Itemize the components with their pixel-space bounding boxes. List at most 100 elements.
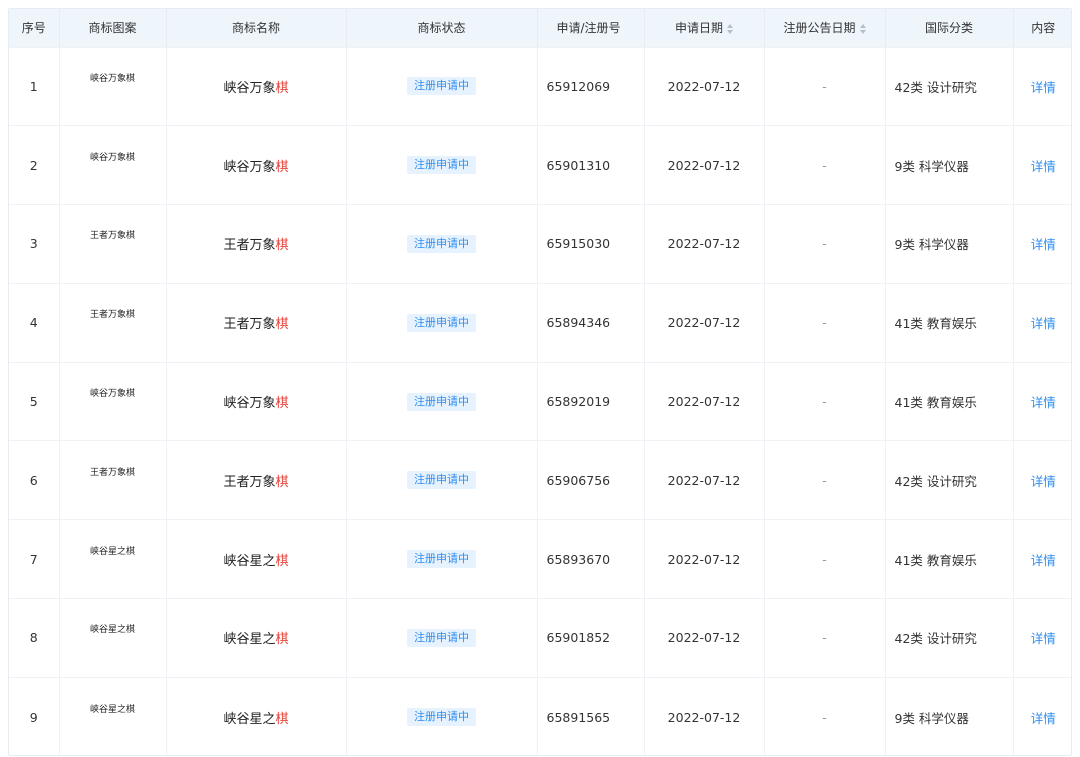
- status-badge: 注册申请中: [407, 234, 476, 253]
- content-cell: 详情: [1013, 598, 1071, 678]
- status-badge: 注册申请中: [407, 708, 476, 727]
- status-badge: 注册申请中: [407, 628, 476, 647]
- trademark-table: 序号 商标图案 商标名称 商标状态 申请/注册号 申请日期 注册公告日期 国际分…: [8, 8, 1072, 756]
- header-reg-date-label: 注册公告日期: [783, 21, 856, 36]
- trademark-name-text: 王者万象: [223, 238, 276, 254]
- row-index: 8: [9, 598, 60, 678]
- detail-link[interactable]: 详情: [1031, 631, 1056, 646]
- registration-date: -: [764, 440, 886, 520]
- detail-link[interactable]: 详情: [1031, 80, 1056, 95]
- trademark-name-text: 峡谷万象: [223, 396, 276, 412]
- trademark-name-highlight: 棋: [275, 80, 289, 96]
- trademark-name-highlight: 棋: [275, 317, 289, 333]
- trademark-status: 注册申请中: [346, 282, 538, 363]
- trademark-name-highlight: 棋: [275, 553, 289, 569]
- registration-date: -: [764, 282, 886, 363]
- detail-link[interactable]: 详情: [1031, 553, 1056, 568]
- application-number: 65915030: [537, 204, 645, 284]
- application-date: 2022-07-12: [644, 361, 765, 441]
- sort-caret-icon[interactable]: [727, 23, 733, 34]
- trademark-logo: 王者万象棋: [59, 282, 167, 363]
- registration-date: -: [764, 519, 886, 599]
- international-class: 41类 教育娱乐: [885, 519, 1014, 599]
- table-row: 6 王者万象棋 王者万象棋 注册申请中 65906756 2022-07-12 …: [9, 440, 1071, 520]
- trademark-status: 注册申请中: [346, 204, 538, 284]
- header-app-date-sortable[interactable]: 申请日期: [644, 9, 765, 47]
- detail-link[interactable]: 详情: [1031, 237, 1056, 252]
- content-cell: 详情: [1013, 440, 1071, 520]
- application-date: 2022-07-12: [644, 676, 765, 755]
- table-row: 1 峡谷万象棋 峡谷万象棋 注册申请中 65912069 2022-07-12 …: [9, 46, 1071, 126]
- international-class: 42类 设计研究: [885, 46, 1014, 126]
- sort-caret-icon[interactable]: [859, 23, 866, 34]
- registration-date: -: [764, 361, 886, 441]
- trademark-name-highlight: 棋: [275, 396, 289, 412]
- international-class: 9类 科学仪器: [885, 125, 1014, 205]
- status-badge: 注册申请中: [407, 550, 476, 569]
- trademark-name: 王者万象棋: [166, 282, 347, 363]
- application-date: 2022-07-12: [644, 282, 765, 363]
- trademark-name: 王者万象棋: [166, 440, 347, 520]
- trademark-status: 注册申请中: [346, 46, 538, 126]
- detail-link[interactable]: 详情: [1031, 395, 1056, 410]
- trademark-name: 峡谷星之棋: [166, 598, 347, 678]
- trademark-logo: 峡谷万象棋: [59, 361, 167, 441]
- international-class: 42类 设计研究: [885, 598, 1014, 678]
- detail-link[interactable]: 详情: [1031, 711, 1056, 726]
- header-reg-date-sortable[interactable]: 注册公告日期: [764, 9, 886, 47]
- application-date: 2022-07-12: [644, 598, 765, 678]
- row-index: 9: [9, 676, 60, 755]
- header-status: 商标状态: [346, 9, 538, 47]
- content-cell: 详情: [1013, 204, 1071, 284]
- international-class: 9类 科学仪器: [885, 204, 1014, 284]
- trademark-logo-image: 峡谷星之棋: [89, 546, 135, 557]
- table-row: 2 峡谷万象棋 峡谷万象棋 注册申请中 65901310 2022-07-12 …: [9, 125, 1071, 205]
- international-class: 9类 科学仪器: [885, 676, 1014, 755]
- row-index: 1: [9, 46, 60, 126]
- trademark-name-highlight: 棋: [275, 711, 289, 727]
- registration-date: -: [764, 676, 886, 755]
- trademark-name-text: 王者万象: [223, 317, 276, 333]
- row-index: 2: [9, 125, 60, 205]
- application-date: 2022-07-12: [644, 440, 765, 520]
- trademark-status: 注册申请中: [346, 125, 538, 205]
- trademark-name: 王者万象棋: [166, 204, 347, 284]
- application-number: 65891565: [537, 676, 645, 755]
- trademark-name: 峡谷万象棋: [166, 46, 347, 126]
- header-content: 内容: [1031, 21, 1056, 36]
- detail-link[interactable]: 详情: [1031, 474, 1056, 489]
- trademark-logo: 峡谷万象棋: [59, 46, 167, 126]
- registration-date: -: [764, 46, 886, 126]
- application-number: 65901852: [537, 598, 645, 678]
- row-index: 6: [9, 440, 60, 520]
- header-app-no: 申请/注册号: [537, 9, 645, 47]
- table-row: 5 峡谷万象棋 峡谷万象棋 注册申请中 65892019 2022-07-12 …: [9, 361, 1071, 441]
- content-cell: 详情: [1013, 676, 1071, 755]
- trademark-name-text: 峡谷星之: [223, 632, 276, 648]
- trademark-logo: 王者万象棋: [59, 204, 167, 284]
- detail-link[interactable]: 详情: [1031, 316, 1056, 331]
- trademark-name: 峡谷万象棋: [166, 125, 347, 205]
- row-index: 5: [9, 361, 60, 441]
- header-logo: 商标图案: [59, 9, 167, 47]
- trademark-name-highlight: 棋: [275, 159, 289, 175]
- trademark-logo-image: 峡谷万象棋: [89, 73, 135, 84]
- registration-date: -: [764, 204, 886, 284]
- international-class: 41类 教育娱乐: [885, 361, 1014, 441]
- header-app-date-label: 申请日期: [674, 21, 723, 36]
- application-date: 2022-07-12: [644, 204, 765, 284]
- trademark-name: 峡谷万象棋: [166, 361, 347, 441]
- trademark-status: 注册申请中: [346, 676, 538, 755]
- application-number: 65912069: [537, 46, 645, 126]
- trademark-logo-image: 峡谷星之棋: [89, 625, 135, 636]
- trademark-logo-image: 王者万象棋: [89, 467, 135, 478]
- status-badge: 注册申请中: [407, 156, 476, 175]
- registration-date: -: [764, 598, 886, 678]
- trademark-name-text: 王者万象: [223, 474, 276, 490]
- application-date: 2022-07-12: [644, 125, 765, 205]
- detail-link[interactable]: 详情: [1031, 159, 1056, 174]
- header-row: 序号 商标图案 商标名称 商标状态 申请/注册号 申请日期 注册公告日期 国际分…: [9, 9, 1071, 47]
- application-date: 2022-07-12: [644, 46, 765, 126]
- registration-date: -: [764, 125, 886, 205]
- header-name: 商标名称: [166, 9, 347, 47]
